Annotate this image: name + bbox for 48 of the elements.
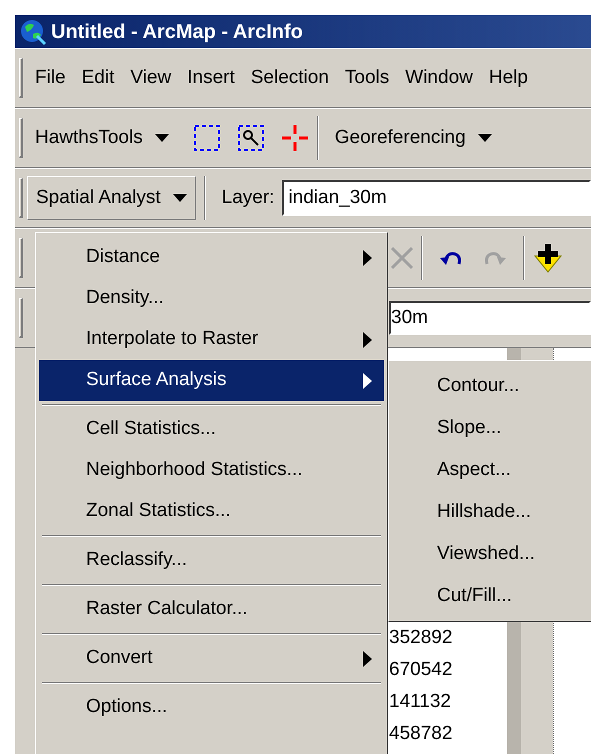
menu-item[interactable]: Contour...	[389, 365, 591, 407]
menu-item[interactable]: Convert	[39, 638, 384, 679]
menu-item[interactable]: Cell Statistics...	[39, 409, 384, 450]
georeferencing-dropdown[interactable]: Georeferencing	[326, 124, 500, 152]
crosshair-icon[interactable]	[280, 124, 309, 152]
menu-item[interactable]: Neighborhood Statistics...	[39, 450, 384, 491]
menu-item[interactable]: Density...	[39, 278, 384, 319]
menu-item[interactable]: Edit	[74, 64, 122, 92]
menu-item[interactable]: Surface Analysis	[39, 360, 384, 401]
dropdown-arrow-icon	[172, 194, 187, 202]
menu-item[interactable]: Tools	[336, 64, 398, 92]
submenu-arrow-icon	[363, 332, 372, 348]
menu-item[interactable]: Options...	[39, 687, 384, 728]
menu-item[interactable]: View	[122, 64, 180, 92]
dropdown-arrow-icon	[154, 134, 169, 142]
layer-name-field[interactable]: 30m	[389, 301, 591, 335]
menu-item[interactable]: Viewshed...	[389, 533, 591, 575]
menu-item[interactable]: Help	[480, 64, 536, 92]
menu-item[interactable]: Insert	[179, 64, 243, 92]
table-cell-text: 352892	[388, 626, 454, 650]
menu-item[interactable]: Hillshade...	[389, 491, 591, 533]
layer-field[interactable]: indian_30m	[282, 180, 591, 216]
spatial-analyst-dropdown[interactable]: Spatial Analyst	[27, 176, 196, 220]
add-data-icon[interactable]	[533, 242, 563, 274]
menu-item[interactable]: Aspect...	[389, 449, 591, 491]
menu-item[interactable]: Window	[397, 64, 481, 92]
menu-item[interactable]: Cut/Fill...	[389, 575, 591, 617]
menu-item[interactable]: Zonal Statistics...	[39, 491, 384, 532]
layer-label: Layer:	[220, 186, 276, 210]
submenu-arrow-icon	[363, 372, 372, 388]
dropdown-arrow-icon	[478, 134, 492, 142]
hawthstools-dropdown[interactable]: HawthsTools	[27, 124, 177, 152]
menu-item[interactable]: Selection	[242, 64, 337, 92]
submenu-arrow-icon	[363, 650, 372, 666]
zoom-select-icon[interactable]	[236, 124, 265, 152]
menu-item[interactable]: File	[27, 64, 74, 92]
globe-icon	[19, 18, 47, 46]
table-cell-text: 670542	[388, 658, 454, 682]
menu-item[interactable]: Slope...	[389, 407, 591, 449]
menu-item[interactable]: Distance	[39, 237, 384, 278]
select-box-icon[interactable]	[192, 124, 221, 152]
menu-item[interactable]: Interpolate to Raster	[39, 319, 384, 360]
menu-item[interactable]: Reclassify...	[39, 540, 384, 581]
table-cell-text: 458782	[388, 722, 454, 746]
submenu-arrow-icon	[363, 250, 372, 266]
table-cell-text: 141132	[388, 690, 452, 714]
window-title: Untitled - ArcMap - ArcInfo	[51, 20, 303, 44]
menu-item[interactable]: Raster Calculator...	[39, 589, 384, 630]
